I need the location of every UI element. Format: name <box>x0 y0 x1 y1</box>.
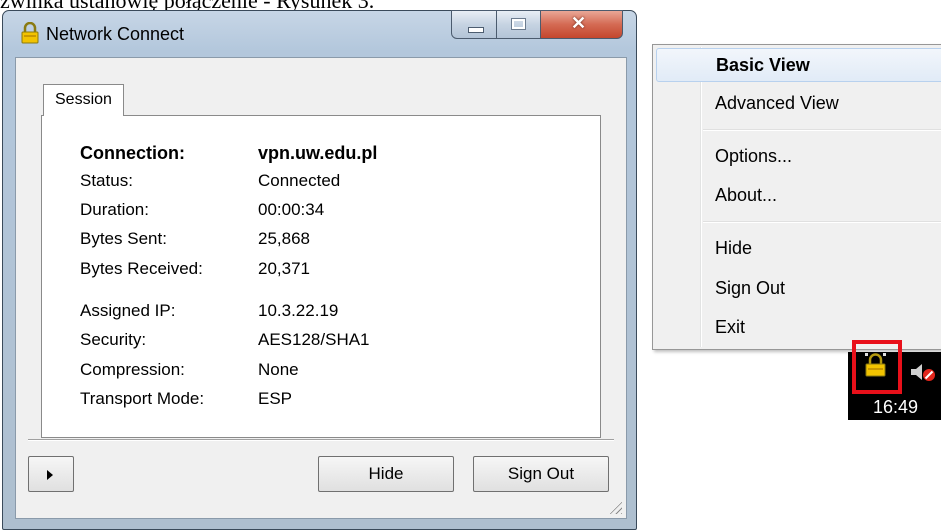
menu-item-label: Exit <box>715 317 746 337</box>
sign-out-button[interactable]: Sign Out <box>473 456 609 492</box>
menu-item-hide[interactable]: Hide <box>656 232 941 266</box>
padlock-icon <box>21 22 39 44</box>
menu-item-advanced-view[interactable]: Advanced View <box>656 87 941 121</box>
network-connect-window: Network Connect ✕ Session Connection: vp… <box>2 10 637 530</box>
menu-item-label: About... <box>715 185 778 205</box>
row-value: None <box>258 360 299 379</box>
row-label: Security: <box>80 330 147 349</box>
row-value: Connected <box>258 171 341 190</box>
row-label: Transport Mode: <box>80 389 205 408</box>
speaker-muted-icon[interactable] <box>909 362 937 382</box>
row-value: AES128/SHA1 <box>258 330 370 349</box>
menu-item-about[interactable]: About... <box>656 179 941 213</box>
resize-grip-icon[interactable] <box>608 500 622 514</box>
row-label: Status: <box>80 171 133 190</box>
tray-context-menu: Basic View Advanced View Options... Abou… <box>652 44 941 350</box>
row-label: Assigned IP: <box>80 301 176 320</box>
menu-item-options[interactable]: Options... <box>656 140 941 174</box>
minimize-button[interactable] <box>451 10 497 39</box>
row-label: Compression: <box>80 360 185 379</box>
minimize-icon <box>468 27 484 33</box>
menu-item-basic-view[interactable]: Basic View <box>656 48 941 82</box>
triangle-right-icon <box>47 470 53 480</box>
expand-button[interactable] <box>28 456 74 492</box>
row-label: Duration: <box>80 200 149 219</box>
row-label: Bytes Received: <box>80 259 203 278</box>
session-panel: Connection: vpn.uw.edu.pl Status: Connec… <box>41 115 601 438</box>
highlight-box <box>852 340 902 394</box>
menu-item-label: Hide <box>715 238 753 258</box>
menu-item-sign-out[interactable]: Sign Out <box>656 272 941 306</box>
close-icon: ✕ <box>571 13 587 33</box>
close-button[interactable]: ✕ <box>540 10 623 39</box>
maximize-button[interactable] <box>496 10 541 39</box>
row-label: Connection: <box>80 143 185 163</box>
title-bar[interactable]: Network Connect ✕ <box>3 10 636 49</box>
tab-session[interactable]: Session <box>43 84 124 116</box>
menu-item-label: Advanced View <box>715 93 839 113</box>
row-value: 25,868 <box>258 229 310 248</box>
menu-item-label: Sign Out <box>715 278 786 298</box>
tray-clock[interactable]: 16:49 <box>873 397 918 418</box>
menu-item-label: Options... <box>715 146 793 166</box>
row-value: 20,371 <box>258 259 310 278</box>
row-value: vpn.uw.edu.pl <box>258 143 378 163</box>
window-title: Network Connect <box>46 24 185 44</box>
menu-separator <box>703 129 941 131</box>
row-label: Bytes Sent: <box>80 229 167 248</box>
client-area: Session Connection: vpn.uw.edu.pl Status… <box>15 57 627 519</box>
row-value: 00:00:34 <box>258 200 325 219</box>
divider <box>28 439 614 441</box>
maximize-icon <box>511 18 526 30</box>
row-value: ESP <box>258 389 293 408</box>
hide-button[interactable]: Hide <box>318 456 454 492</box>
menu-separator <box>703 221 941 223</box>
menu-item-label: Basic View <box>716 55 810 75</box>
row-value: 10.3.22.19 <box>258 301 339 320</box>
